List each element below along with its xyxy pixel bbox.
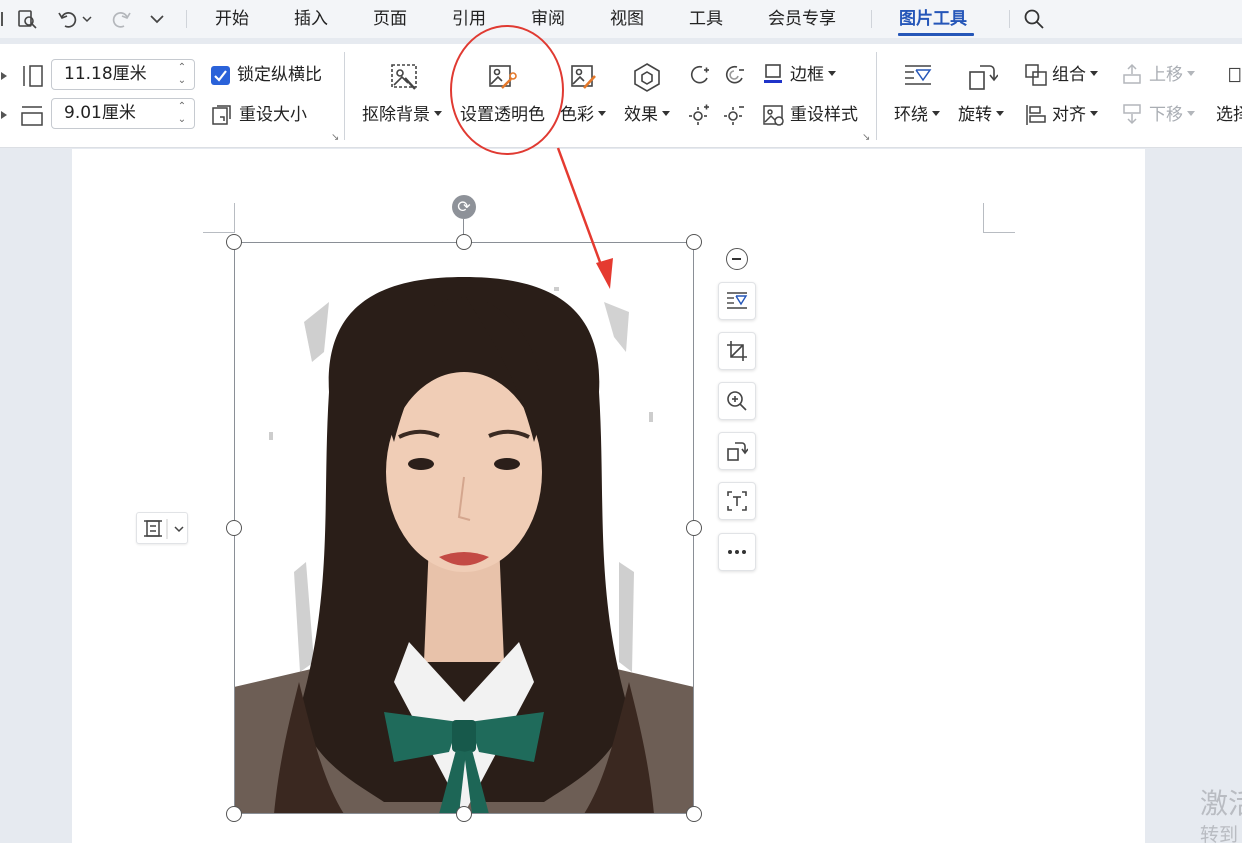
red-annotation-overlay	[450, 25, 613, 289]
pointer-arrow-head	[596, 258, 613, 289]
highlight-circle	[450, 25, 564, 155]
activation-watermark-title: 激活	[1200, 787, 1242, 820]
activation-watermark-subtitle: 转到	[1200, 824, 1239, 843]
pointer-arrow-shaft	[556, 147, 606, 274]
